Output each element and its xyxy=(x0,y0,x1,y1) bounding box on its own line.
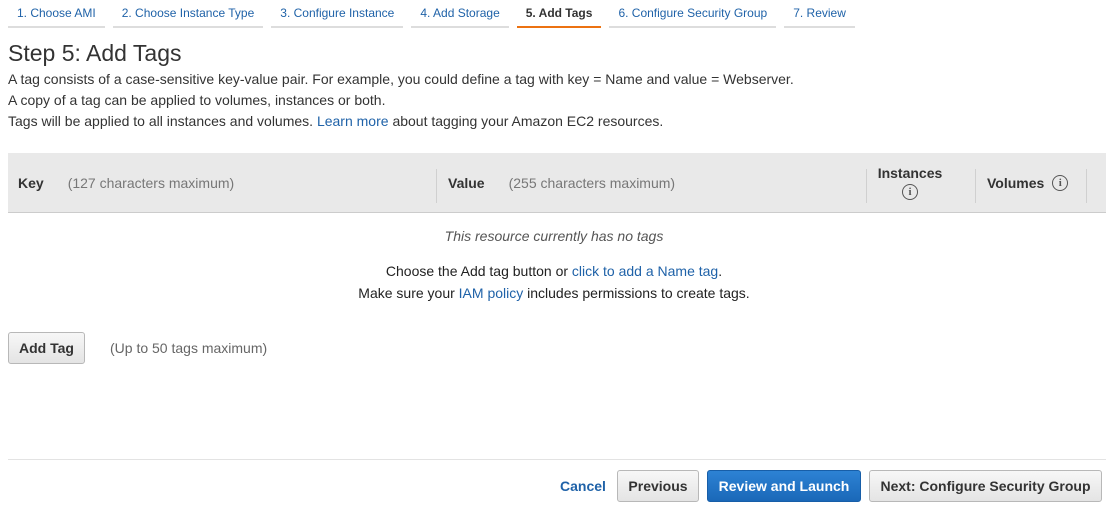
tags-table-header: Key (127 characters maximum) Value (255 … xyxy=(8,153,1106,213)
column-divider xyxy=(436,169,437,203)
column-divider xyxy=(1086,169,1087,203)
step-configure-security-group[interactable]: 6. Configure Security Group xyxy=(609,0,777,28)
tags-limit-note: (Up to 50 tags maximum) xyxy=(110,340,268,356)
next-configure-security-group-button[interactable]: Next: Configure Security Group xyxy=(869,470,1102,502)
step-choose-ami[interactable]: 1. Choose AMI xyxy=(8,0,105,28)
wizard-steps: 1. Choose AMI 2. Choose Instance Type 3.… xyxy=(8,0,863,30)
instances-column-label: Instances xyxy=(877,165,943,181)
description-line-2: A copy of a tag can be applied to volume… xyxy=(8,92,386,108)
step-add-tags[interactable]: 5. Add Tags xyxy=(516,0,602,28)
volumes-column-header: Volumes i xyxy=(987,153,1069,212)
previous-button[interactable]: Previous xyxy=(617,470,699,502)
add-tag-help-line: Choose the Add tag button or click to ad… xyxy=(0,263,1108,279)
learn-more-link[interactable]: Learn more xyxy=(317,113,389,129)
key-column-label: Key xyxy=(18,174,44,191)
column-divider xyxy=(866,169,867,203)
footer-divider xyxy=(8,459,1106,460)
description-line-3-suffix: about tagging your Amazon EC2 resources. xyxy=(392,113,664,129)
step-add-storage[interactable]: 4. Add Storage xyxy=(411,0,509,28)
instances-column-header: Instances i xyxy=(874,153,946,212)
key-column-header: Key (127 characters maximum) xyxy=(18,153,234,212)
help-line-2-prefix: Make sure your xyxy=(358,285,455,301)
description-line-3-prefix: Tags will be applied to all instances an… xyxy=(8,113,314,129)
step-choose-instance-type[interactable]: 2. Choose Instance Type xyxy=(112,0,264,28)
key-column-hint: (127 characters maximum) xyxy=(67,174,235,191)
add-name-tag-link[interactable]: click to add a Name tag xyxy=(572,263,718,279)
step-review[interactable]: 7. Review xyxy=(784,0,855,28)
description-line-3: Tags will be applied to all instances an… xyxy=(8,113,663,129)
iam-policy-help-line: Make sure your IAM policy includes permi… xyxy=(0,285,1108,301)
help-line-1-prefix: Choose the Add tag button or xyxy=(385,263,569,279)
info-circle-icon[interactable]: i xyxy=(902,184,918,200)
step-configure-instance[interactable]: 3. Configure Instance xyxy=(271,0,404,28)
page-title: Step 5: Add Tags xyxy=(8,40,182,66)
add-tag-button[interactable]: Add Tag xyxy=(8,332,85,364)
help-line-1-suffix: . xyxy=(718,263,723,279)
value-column-header: Value (255 characters maximum) xyxy=(448,153,675,212)
review-and-launch-button[interactable]: Review and Launch xyxy=(707,470,861,502)
value-column-hint: (255 characters maximum) xyxy=(508,174,676,191)
volumes-column-label: Volumes xyxy=(987,174,1045,191)
column-divider xyxy=(975,169,976,203)
value-column-label: Value xyxy=(448,174,485,191)
help-line-2-suffix: includes permissions to create tags. xyxy=(527,285,750,301)
description-line-1: A tag consists of a case-sensitive key-v… xyxy=(8,71,794,87)
info-circle-icon[interactable]: i xyxy=(1052,174,1069,191)
empty-tags-message: This resource currently has no tags xyxy=(444,228,664,244)
cancel-button[interactable]: Cancel xyxy=(550,470,612,502)
iam-policy-link[interactable]: IAM policy xyxy=(459,285,524,301)
